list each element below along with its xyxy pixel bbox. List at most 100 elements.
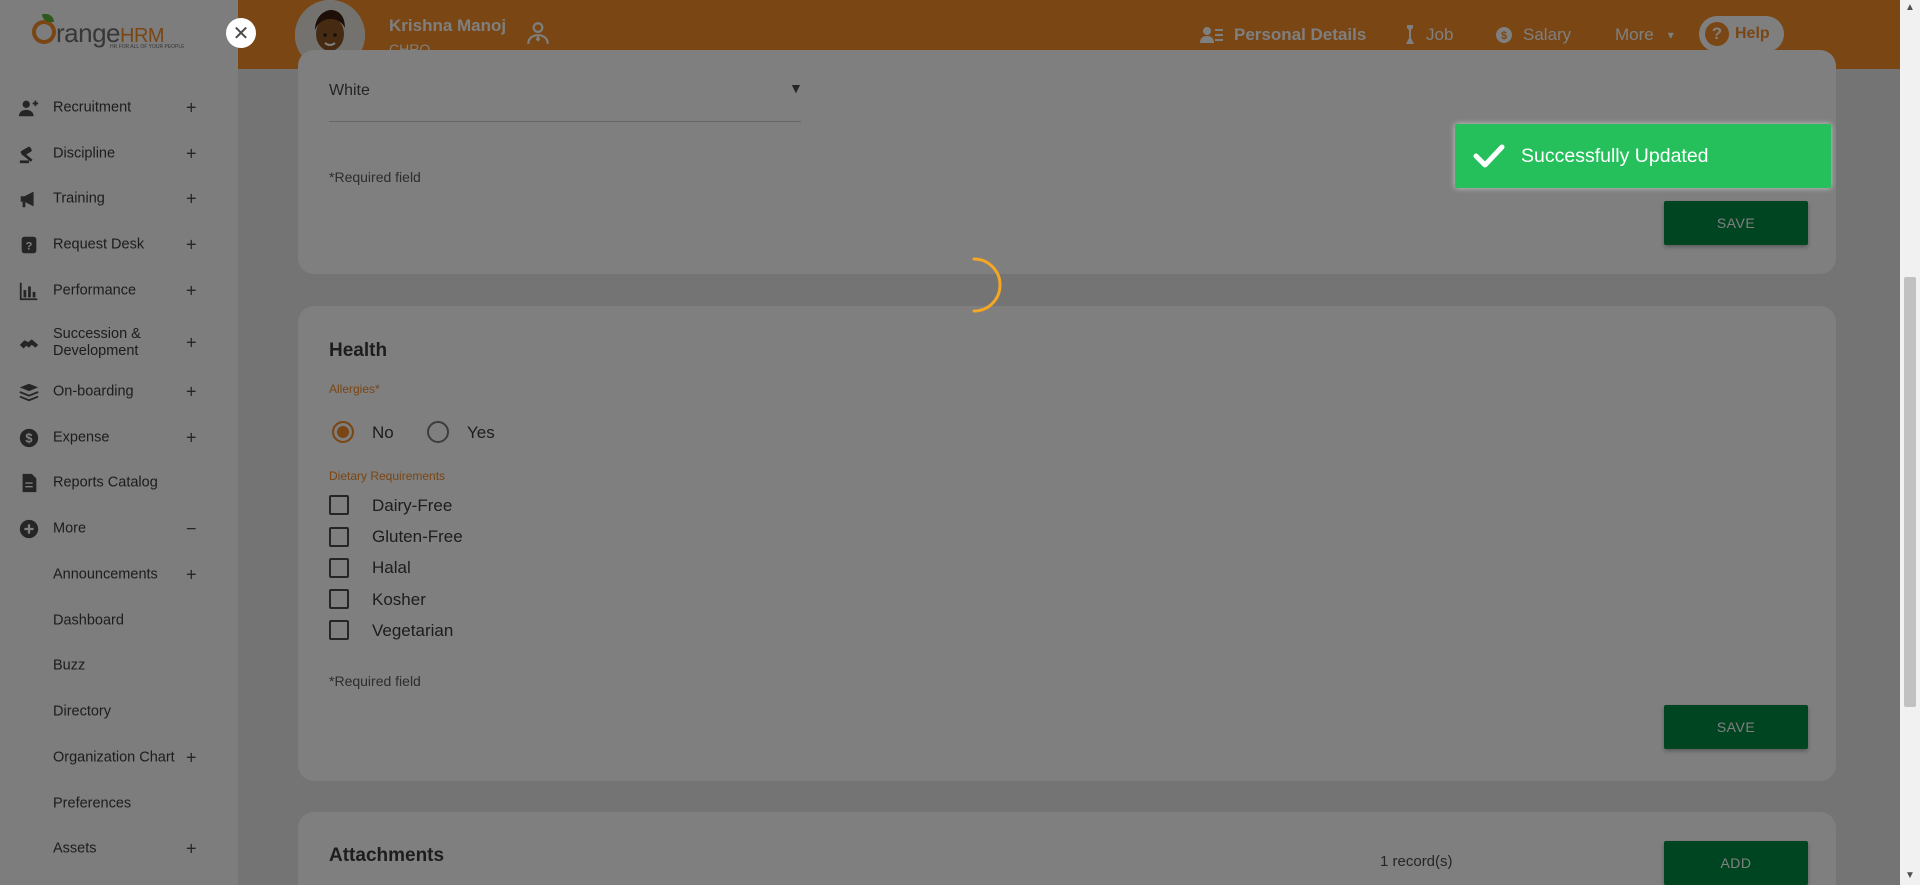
checkbox-label: Halal xyxy=(372,558,411,577)
loading-spinner-icon xyxy=(972,257,1002,313)
briefcase-icon xyxy=(1404,24,1416,45)
page-scrollbar[interactable]: ▲ ▼ xyxy=(1900,0,1920,885)
help-button[interactable]: ? Help xyxy=(1699,16,1784,52)
chevron-down-icon: ▾ xyxy=(1667,27,1674,42)
allergies-no-radio[interactable] xyxy=(332,421,354,443)
sidebar-item-label: Performance xyxy=(53,282,137,299)
radio-label: No xyxy=(372,423,394,442)
expand-icon[interactable]: + xyxy=(186,235,197,256)
sidebar-item-label: Buzz xyxy=(53,657,86,674)
sidebar-subitem-assets[interactable]: Assets + xyxy=(0,829,238,869)
sidebar-item-label: Announcements xyxy=(53,566,158,583)
records-count: 1 record(s) xyxy=(1380,853,1453,870)
svg-text:$: $ xyxy=(25,431,32,446)
sidebar-item-label: Preferences xyxy=(53,795,132,812)
sidebar-item-label: More xyxy=(53,520,87,537)
checkbox-label: Kosher xyxy=(372,590,426,609)
health-card xyxy=(298,306,1836,781)
add-button[interactable]: ADD xyxy=(1664,841,1808,885)
dropdown-arrow-icon[interactable]: ▼ xyxy=(789,80,803,96)
sidebar-subitem-announcements[interactable]: Announcements + xyxy=(0,555,238,595)
sidebar-subitem-organization-chart[interactable]: Organization Chart + xyxy=(0,738,238,778)
race-select-value[interactable]: White xyxy=(329,82,370,100)
sidebar-subitem-preferences[interactable]: Preferences xyxy=(0,784,238,824)
sidebar-item-label: Recruitment xyxy=(53,99,132,116)
tab-label: Salary xyxy=(1523,24,1572,44)
kosher-checkbox[interactable] xyxy=(329,589,349,609)
scroll-down-arrow-icon[interactable]: ▼ xyxy=(1905,870,1915,881)
collapse-icon[interactable]: − xyxy=(186,519,197,540)
sidebar-item-label: Expense xyxy=(53,429,110,446)
radio-label: Yes xyxy=(467,423,495,442)
expand-icon[interactable]: + xyxy=(186,748,197,769)
save-button[interactable]: SAVE xyxy=(1664,201,1808,245)
halal-checkbox[interactable] xyxy=(329,558,349,578)
checkbox-label: Vegetarian xyxy=(372,621,454,640)
allergies-yes-radio[interactable] xyxy=(427,421,449,443)
scrollbar-thumb[interactable] xyxy=(1904,277,1916,707)
close-icon: ✕ xyxy=(232,22,250,45)
layers-icon xyxy=(19,383,39,402)
expand-icon[interactable]: + xyxy=(186,382,197,403)
checkmark-icon xyxy=(1473,143,1505,169)
expand-icon[interactable]: + xyxy=(186,144,197,165)
sidebar-item-request-desk[interactable]: ? Request Desk + xyxy=(0,225,238,265)
vegetarian-checkbox[interactable] xyxy=(329,620,349,640)
gluten-free-checkbox[interactable] xyxy=(329,527,349,547)
section-title-health: Health xyxy=(329,340,388,361)
expand-icon[interactable]: + xyxy=(186,333,197,354)
user-name: Krishna Manoj xyxy=(389,16,507,35)
close-sidebar-button[interactable]: ✕ xyxy=(226,18,256,48)
id-card-icon xyxy=(1200,25,1224,45)
user-plus-icon xyxy=(18,100,39,117)
plus-circle-icon xyxy=(19,519,39,539)
scroll-up-arrow-icon[interactable]: ▲ xyxy=(1905,2,1915,13)
sidebar-item-training[interactable]: Training + xyxy=(0,179,238,219)
sidebar-item-label: Directory xyxy=(53,703,112,720)
sidebar-item-label: Training xyxy=(53,190,105,207)
sidebar-item-succession[interactable]: Succession & Development + xyxy=(0,320,238,366)
orangehrm-logo[interactable]: rangeHRM HR FOR ALL OF YOUR PEOPLE xyxy=(32,14,212,54)
help-label: Help xyxy=(1735,25,1770,42)
sidebar: rangeHRM HR FOR ALL OF YOUR PEOPLE Recru… xyxy=(0,0,238,885)
sidebar-subitem-dashboard[interactable]: Dashboard xyxy=(0,601,238,641)
help-icon: ? xyxy=(1705,22,1729,46)
sidebar-item-label: Dashboard xyxy=(53,612,124,629)
sidebar-subitem-directory[interactable]: Directory xyxy=(0,692,238,732)
attachments-card xyxy=(298,812,1836,885)
money-icon: $ xyxy=(1495,26,1513,44)
allergies-label: Allergies* xyxy=(329,382,380,396)
save-button[interactable]: SAVE xyxy=(1664,705,1808,749)
expand-icon[interactable]: + xyxy=(186,428,197,449)
expand-icon[interactable]: + xyxy=(186,98,197,119)
switch-user-icon[interactable] xyxy=(525,20,551,46)
tab-label: Job xyxy=(1426,24,1454,44)
expand-icon[interactable]: + xyxy=(186,839,197,860)
expand-icon[interactable]: + xyxy=(186,565,197,586)
select-underline xyxy=(329,121,801,122)
sidebar-item-label: Succession & Development xyxy=(53,326,141,359)
handshake-icon xyxy=(19,339,39,349)
sidebar-item-onboarding[interactable]: On-boarding + xyxy=(0,372,238,412)
dairy-free-checkbox[interactable] xyxy=(329,495,349,515)
sidebar-item-label: Discipline xyxy=(53,145,116,162)
sidebar-subitem-buzz[interactable]: Buzz xyxy=(0,646,238,686)
sidebar-item-performance[interactable]: Performance + xyxy=(0,271,238,311)
tab-label: More xyxy=(1615,24,1654,44)
svg-text:$: $ xyxy=(1501,30,1507,42)
sidebar-item-more[interactable]: More − xyxy=(0,509,238,549)
file-icon xyxy=(22,473,37,493)
megaphone-icon xyxy=(20,191,34,208)
sidebar-item-label: Reports Catalog xyxy=(53,474,158,491)
checkbox-label: Dairy-Free xyxy=(372,496,453,515)
sidebar-item-expense[interactable]: $ Expense + xyxy=(0,418,238,458)
gavel-icon xyxy=(19,146,33,164)
expand-icon[interactable]: + xyxy=(186,281,197,302)
sidebar-item-label: Request Desk xyxy=(53,236,145,253)
expand-icon[interactable]: + xyxy=(186,189,197,210)
bar-chart-icon xyxy=(19,282,38,301)
sidebar-item-discipline[interactable]: Discipline + xyxy=(0,134,238,174)
sidebar-item-recruitment[interactable]: Recruitment + xyxy=(0,88,238,128)
sidebar-item-reports-catalog[interactable]: Reports Catalog xyxy=(0,463,238,503)
tab-label: Personal Details xyxy=(1234,24,1367,44)
